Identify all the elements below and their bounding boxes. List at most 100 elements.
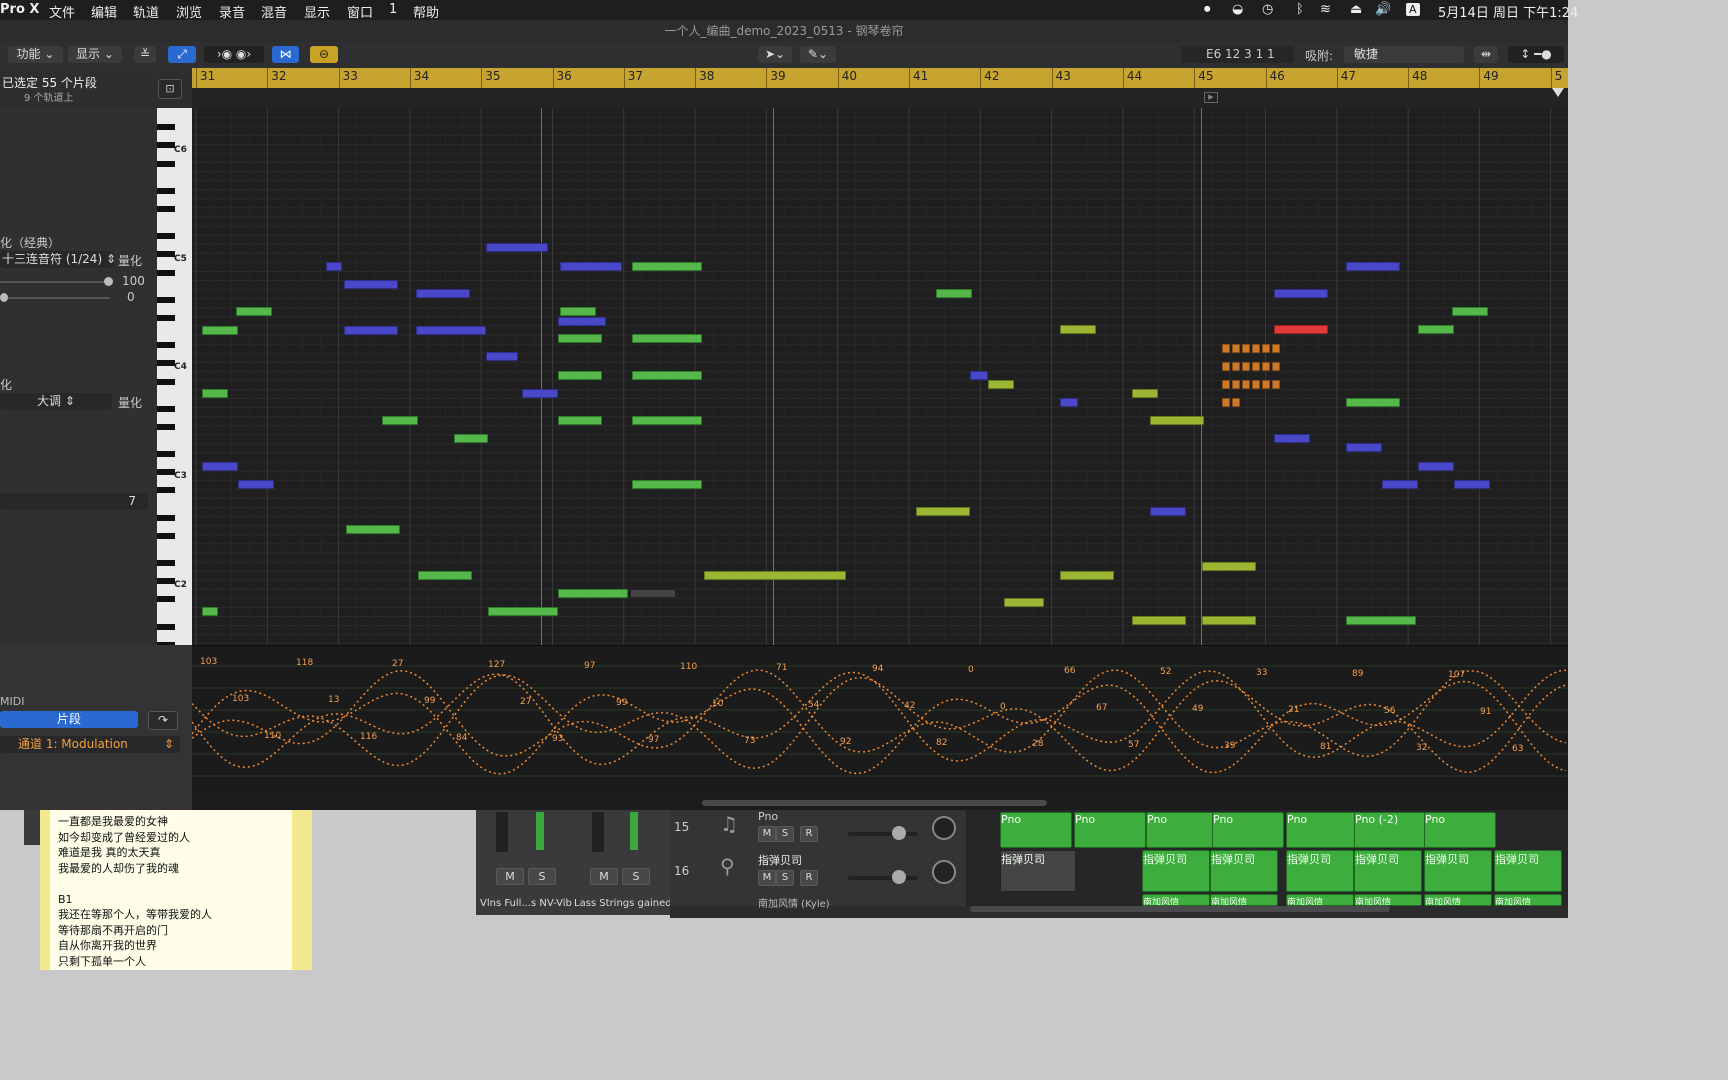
midi-note[interactable] bbox=[1232, 362, 1240, 371]
midi-note[interactable] bbox=[1274, 434, 1310, 443]
ch2-mute-button[interactable]: M bbox=[590, 868, 618, 885]
midi-note[interactable] bbox=[486, 352, 518, 361]
midi-note[interactable] bbox=[1252, 380, 1260, 389]
midi-note[interactable] bbox=[1452, 307, 1488, 316]
black-key[interactable] bbox=[157, 451, 175, 458]
midi-out-icon[interactable]: ›◉ ◉› bbox=[204, 46, 264, 63]
bass-region[interactable]: 指弹贝司 bbox=[1286, 850, 1354, 892]
bass-region[interactable]: 指弹贝司 bbox=[1354, 850, 1422, 892]
menu-clock[interactable]: 5月14日 周日 下午1:24 bbox=[1438, 2, 1578, 21]
midi-note[interactable] bbox=[632, 334, 702, 343]
pno-region[interactable]: Pno bbox=[1212, 812, 1284, 848]
black-key[interactable] bbox=[157, 314, 175, 321]
groove-region[interactable]: 南加风情 bbox=[1142, 894, 1210, 906]
bass-region[interactable]: 指弹贝司 bbox=[1494, 850, 1562, 892]
midi-note[interactable] bbox=[202, 326, 238, 335]
midi-note[interactable] bbox=[1418, 325, 1454, 334]
black-key[interactable] bbox=[157, 342, 175, 349]
track-16-solo[interactable]: S bbox=[776, 870, 794, 886]
midi-note[interactable] bbox=[416, 326, 486, 335]
view-menu-button[interactable]: 显示 ⌄ bbox=[68, 46, 122, 63]
midi-note[interactable] bbox=[916, 507, 970, 516]
midi-note[interactable] bbox=[344, 280, 398, 289]
midi-note[interactable] bbox=[1272, 344, 1280, 353]
pno-region[interactable]: Pno bbox=[1074, 812, 1146, 848]
pno-region[interactable]: Pno (-2) bbox=[1354, 812, 1426, 848]
menu-file[interactable]: 文件 bbox=[49, 2, 75, 21]
midi-note[interactable] bbox=[632, 416, 702, 425]
midi-note[interactable] bbox=[1060, 325, 1096, 334]
groove-region[interactable]: 南加风情 bbox=[1210, 894, 1278, 906]
midi-note[interactable] bbox=[558, 317, 606, 326]
menu-help[interactable]: 帮助 bbox=[413, 2, 439, 21]
ch1-mute-button[interactable]: M bbox=[496, 868, 524, 885]
midi-note[interactable] bbox=[558, 334, 602, 343]
tracks-scrollbar[interactable] bbox=[970, 906, 1390, 912]
pno-region[interactable]: Pno bbox=[1146, 812, 1218, 848]
black-key[interactable] bbox=[157, 560, 175, 567]
record-icon[interactable]: ⏺ bbox=[1204, 2, 1211, 17]
midi-note[interactable] bbox=[1242, 362, 1250, 371]
midi-note[interactable] bbox=[1232, 380, 1240, 389]
scrollbar-thumb[interactable] bbox=[702, 800, 1047, 806]
eject-icon[interactable]: ⏏ bbox=[1350, 2, 1362, 17]
track-16-pan-knob[interactable] bbox=[932, 860, 956, 884]
black-key[interactable] bbox=[157, 405, 175, 412]
wifi-icon[interactable]: ≋ bbox=[1320, 2, 1331, 17]
collapse-icon[interactable]: ≚ bbox=[134, 46, 156, 63]
midi-note[interactable] bbox=[1252, 362, 1260, 371]
bluetooth-icon[interactable]: ᛒ bbox=[1296, 2, 1304, 17]
marker-icon[interactable]: ▶ bbox=[1204, 92, 1218, 103]
midi-note[interactable] bbox=[346, 525, 400, 534]
track-15-record[interactable]: R bbox=[800, 826, 818, 842]
midi-note[interactable] bbox=[326, 262, 342, 271]
menu-record[interactable]: 录音 bbox=[219, 2, 245, 21]
menu-mix[interactable]: 混音 bbox=[261, 2, 287, 21]
midi-note[interactable] bbox=[344, 326, 398, 335]
strength-slider[interactable] bbox=[0, 281, 110, 283]
bass-region[interactable]: 指弹贝司 bbox=[1142, 850, 1210, 892]
midi-note[interactable] bbox=[988, 380, 1014, 389]
midi-note[interactable] bbox=[202, 607, 218, 616]
fit-width-icon[interactable]: ⇹ bbox=[1474, 46, 1498, 63]
midi-note[interactable] bbox=[1346, 616, 1416, 625]
menu-track[interactable]: 轨道 bbox=[133, 2, 159, 21]
midi-note[interactable] bbox=[488, 607, 558, 616]
track-15-mute[interactable]: M bbox=[758, 826, 776, 842]
midi-note[interactable] bbox=[1262, 380, 1270, 389]
midi-note[interactable] bbox=[558, 416, 602, 425]
midi-note[interactable] bbox=[1232, 344, 1240, 353]
midi-note[interactable] bbox=[1418, 462, 1454, 471]
midi-note[interactable] bbox=[1382, 480, 1418, 489]
lyrics-notes-window[interactable]: 一直都是我最爱的女神 如今却变成了曾经爱过的人 难道是我 真的太天真 我最爱的人却伤了… bbox=[40, 810, 312, 970]
menu-view[interactable]: 显示 bbox=[304, 2, 330, 21]
black-key[interactable] bbox=[157, 251, 175, 258]
automation-curves[interactable]: 103 103 110 118 13 116 27 99 84 127 27 93 97 99 97 110 1… bbox=[192, 646, 1568, 798]
midi-note[interactable] bbox=[558, 589, 628, 598]
midi-note[interactable] bbox=[382, 416, 418, 425]
scale-quantize-button[interactable]: 量化 bbox=[118, 394, 142, 411]
midi-in-icon[interactable]: ⤢ bbox=[168, 46, 196, 63]
midi-note[interactable] bbox=[560, 307, 596, 316]
midi-note[interactable] bbox=[1202, 562, 1256, 571]
midi-note[interactable] bbox=[1272, 380, 1280, 389]
zoom-fit-icon[interactable]: ⋈ bbox=[272, 46, 299, 63]
midi-note[interactable] bbox=[1060, 398, 1078, 407]
midi-note[interactable] bbox=[1272, 362, 1280, 371]
playhead-marker-icon[interactable] bbox=[1552, 88, 1564, 97]
midi-note[interactable] bbox=[558, 371, 602, 380]
midi-note[interactable] bbox=[1454, 480, 1490, 489]
time-machine-icon[interactable]: ◷ bbox=[1262, 2, 1273, 17]
menu-browse[interactable]: 浏览 bbox=[176, 2, 202, 21]
menu-edit[interactable]: 编辑 bbox=[91, 2, 117, 21]
groove-region[interactable]: 南加风情 bbox=[1286, 894, 1354, 906]
black-key[interactable] bbox=[157, 623, 175, 630]
snap-select[interactable]: 敏捷 bbox=[1344, 46, 1464, 63]
midi-note[interactable] bbox=[1222, 398, 1230, 407]
black-key[interactable] bbox=[157, 532, 175, 539]
bass-region[interactable]: 指弹贝司 bbox=[1000, 850, 1076, 892]
midi-note[interactable] bbox=[236, 307, 272, 316]
black-key[interactable] bbox=[157, 487, 175, 494]
black-key[interactable] bbox=[157, 596, 175, 603]
midi-note[interactable] bbox=[1222, 362, 1230, 371]
